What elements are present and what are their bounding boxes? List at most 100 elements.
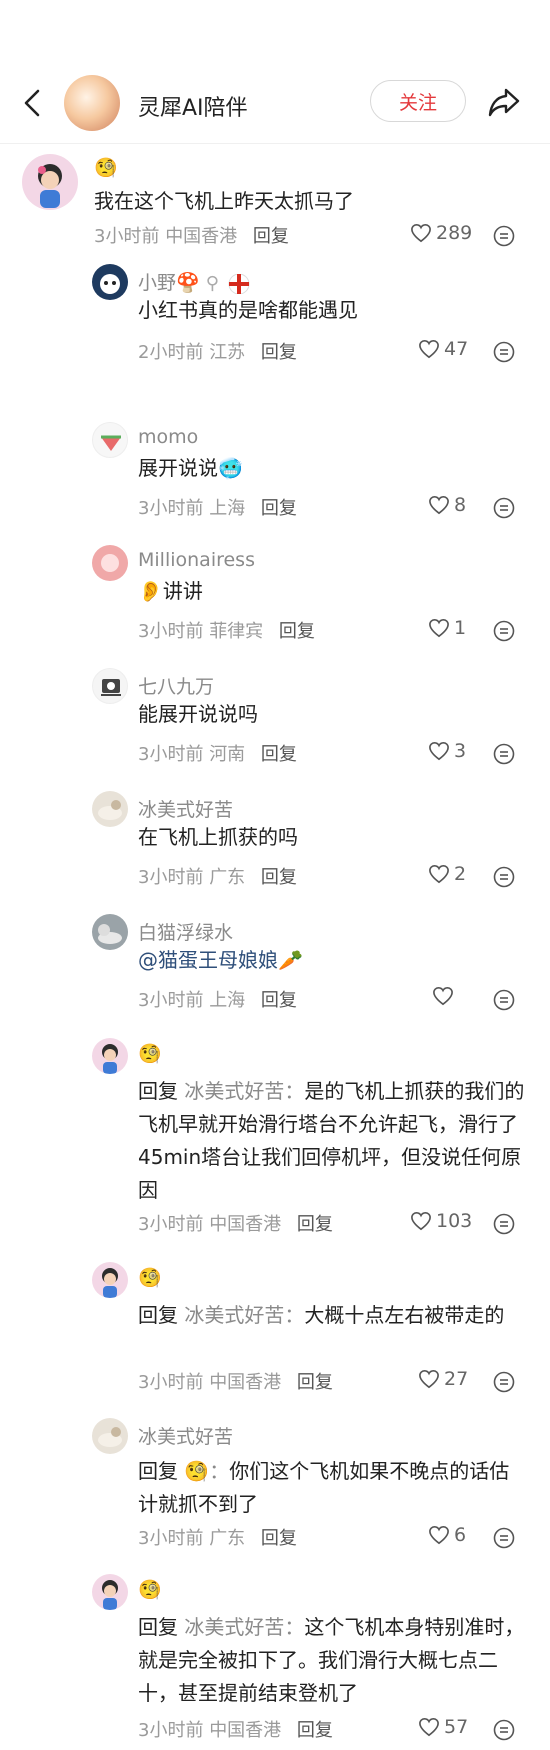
- user-avatar[interactable]: [92, 422, 128, 458]
- like-count: 103: [436, 1210, 473, 1232]
- comment-time: 3小时前: [138, 1214, 204, 1235]
- comment-meta: 3小时前 河南 回复: [138, 740, 297, 766]
- comment-time: 3小时前: [138, 1528, 204, 1549]
- user-avatar[interactable]: [92, 1574, 128, 1610]
- comment-meta: 3小时前 上海 回复: [138, 494, 297, 520]
- reply-button[interactable]: 回复: [261, 990, 297, 1011]
- user-name[interactable]: momo: [138, 426, 198, 448]
- reply-button[interactable]: 回复: [297, 1720, 333, 1741]
- heart-icon: [419, 1717, 439, 1737]
- user-name[interactable]: 小野🍄 ⚲: [138, 268, 253, 295]
- like-button[interactable]: 57: [418, 1716, 468, 1738]
- like-button[interactable]: 8: [428, 494, 466, 516]
- like-count: 289: [436, 222, 473, 244]
- reply-button[interactable]: 回复: [261, 1528, 297, 1549]
- reply-button[interactable]: 回复: [297, 1214, 333, 1235]
- comment-meta: 3小时前 中国香港 回复: [138, 1210, 333, 1236]
- comment-more-icon[interactable]: [493, 620, 515, 642]
- user-name[interactable]: 🧐: [138, 1578, 162, 1601]
- follow-button[interactable]: 关注: [370, 80, 466, 122]
- user-avatar[interactable]: [92, 668, 128, 704]
- reply-button[interactable]: 回复: [253, 226, 289, 247]
- like-button[interactable]: 289: [410, 222, 472, 244]
- reply-button[interactable]: 回复: [261, 498, 297, 519]
- reply-button[interactable]: 回复: [297, 1372, 333, 1393]
- heart-icon: [429, 741, 449, 761]
- comment-time: 3小时前: [138, 621, 204, 642]
- comment-more-icon[interactable]: [493, 1213, 515, 1235]
- comment-time: 2小时前: [138, 342, 204, 363]
- user-name[interactable]: 冰美式好苦: [138, 795, 233, 822]
- heart-icon: [419, 1369, 439, 1389]
- user-name[interactable]: 🧐: [138, 1266, 162, 1289]
- heart-icon: [429, 1525, 449, 1545]
- user-name[interactable]: 冰美式好苦: [138, 1422, 233, 1449]
- comment-text: 回复 🧐：你们这个飞机如果不晚点的话估计就抓不到了: [138, 1459, 510, 1516]
- user-avatar[interactable]: [92, 1418, 128, 1454]
- comment-text: @猫蛋王母娘娘🥕: [138, 948, 303, 972]
- comment-more-icon[interactable]: [493, 1371, 515, 1393]
- comment-meta: 3小时前 中国香港 回复: [138, 1716, 333, 1742]
- user-name[interactable]: 白猫浮绿水: [138, 918, 233, 945]
- comment-meta: 3小时前 中国香港 回复: [138, 1368, 333, 1394]
- reply-button[interactable]: 回复: [261, 867, 297, 888]
- comment-more-icon[interactable]: [493, 497, 515, 519]
- like-button[interactable]: [432, 986, 458, 1006]
- reply-target-name[interactable]: 冰美式好苦：: [184, 1303, 304, 1327]
- author-name[interactable]: 灵犀AI陪伴: [138, 90, 248, 122]
- comment-more-icon[interactable]: [493, 1527, 515, 1549]
- heart-icon: [429, 618, 449, 638]
- user-avatar[interactable]: [92, 264, 128, 300]
- user-name[interactable]: 🧐: [94, 156, 118, 179]
- comment-more-icon[interactable]: [493, 866, 515, 888]
- user-name[interactable]: 🧐: [138, 1042, 162, 1065]
- user-avatar[interactable]: [92, 1262, 128, 1298]
- heart-icon: [411, 223, 431, 243]
- comment-time: 3小时前: [94, 226, 160, 247]
- heart-icon: [411, 1211, 431, 1231]
- like-button[interactable]: 1: [428, 617, 466, 639]
- user-avatar[interactable]: [92, 1038, 128, 1074]
- like-button[interactable]: 27: [418, 1368, 468, 1390]
- heart-icon: [419, 339, 439, 359]
- reply-button[interactable]: 回复: [261, 744, 297, 765]
- comment-text: 展开说说🥶: [138, 456, 243, 480]
- comment-more-icon[interactable]: [493, 341, 515, 363]
- reply-target-name[interactable]: 冰美式好苦：: [184, 1615, 304, 1639]
- user-name[interactable]: 七八九万: [138, 672, 214, 699]
- like-button[interactable]: 6: [428, 1524, 466, 1546]
- comment-meta: 3小时前 广东 回复: [138, 863, 297, 889]
- comment-location: 中国香港: [209, 1214, 282, 1235]
- reply-target-name[interactable]: 🧐：: [184, 1459, 229, 1483]
- like-count: 8: [454, 494, 467, 516]
- like-button[interactable]: 47: [418, 338, 468, 360]
- reply-button[interactable]: 回复: [261, 342, 297, 363]
- comment-time: 3小时前: [138, 1372, 204, 1393]
- comment-more-icon[interactable]: [493, 1719, 515, 1741]
- comment-more-icon[interactable]: [493, 225, 515, 247]
- comment-more-icon[interactable]: [493, 989, 515, 1011]
- england-flag-icon: [228, 273, 250, 294]
- heart-icon: [433, 986, 453, 1006]
- user-avatar[interactable]: [22, 154, 78, 210]
- like-button[interactable]: 103: [410, 1210, 472, 1232]
- top-bar: 灵犀AI陪伴 关注: [0, 70, 550, 136]
- comment-text: 小红书真的是啥都能遇见: [138, 298, 358, 322]
- user-name[interactable]: Millionairess: [138, 549, 255, 571]
- comment-time: 3小时前: [138, 498, 204, 519]
- like-count: 47: [444, 338, 469, 360]
- comment-text: 回复 冰美式好苦：大概十点左右被带走的: [138, 1303, 505, 1327]
- back-arrow-icon[interactable]: [20, 88, 44, 118]
- reply-button[interactable]: 回复: [279, 621, 315, 642]
- reply-target-name[interactable]: 冰美式好苦：: [184, 1079, 304, 1103]
- author-avatar[interactable]: [64, 75, 120, 131]
- user-avatar[interactable]: [92, 914, 128, 950]
- like-button[interactable]: 3: [428, 740, 466, 762]
- like-button[interactable]: 2: [428, 863, 466, 885]
- share-icon[interactable]: [486, 84, 522, 120]
- user-avatar[interactable]: [92, 545, 128, 581]
- comment-meta: 3小时前 中国香港 回复: [94, 222, 289, 248]
- comment-location: 江苏: [209, 342, 246, 363]
- user-avatar[interactable]: [92, 791, 128, 827]
- comment-more-icon[interactable]: [493, 743, 515, 765]
